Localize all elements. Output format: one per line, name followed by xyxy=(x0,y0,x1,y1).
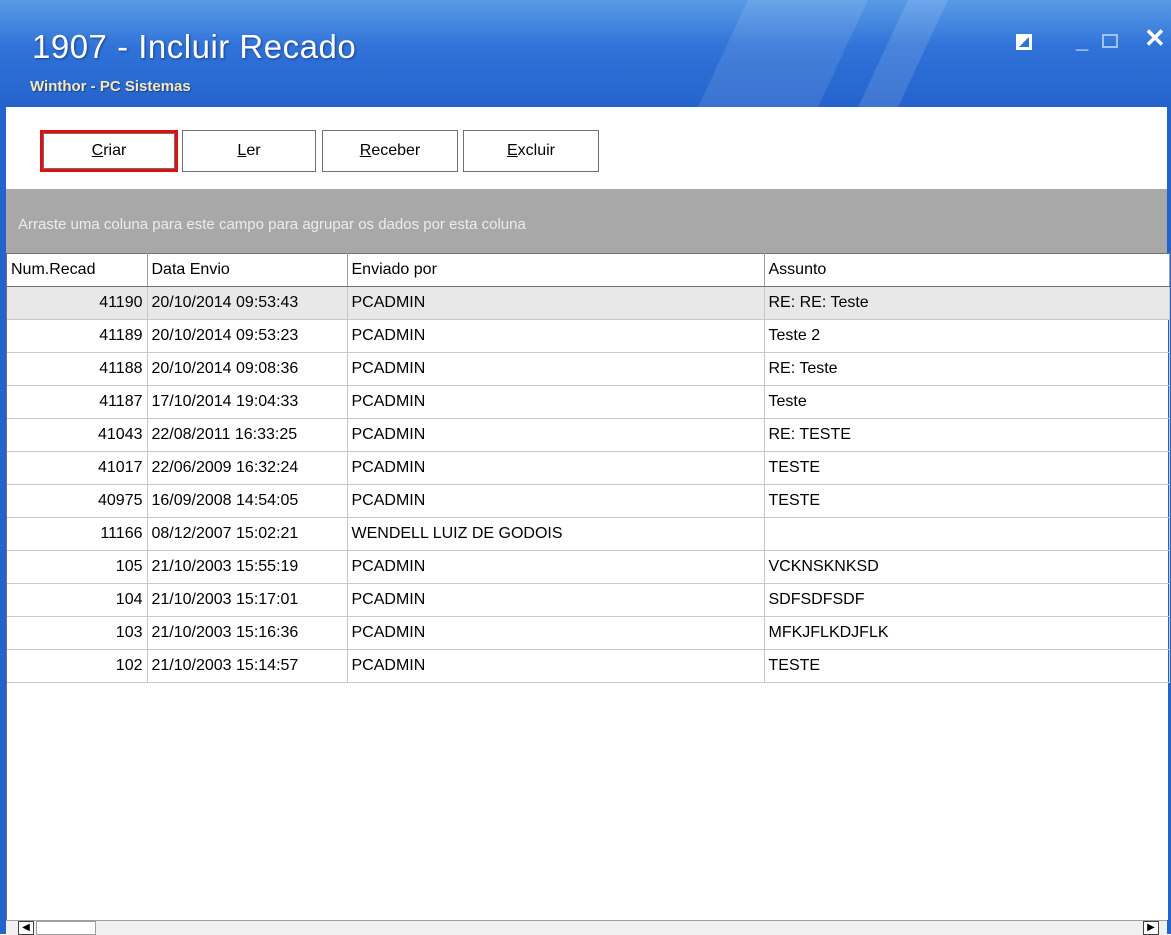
column-header-assunto[interactable]: Assunto xyxy=(764,253,1170,287)
cell-assunto[interactable]: RE: TESTE xyxy=(764,418,1170,452)
tile-icon[interactable] xyxy=(1016,34,1032,50)
excluir-button[interactable]: Excluir xyxy=(463,130,599,172)
cell-num-recad[interactable]: 103 xyxy=(7,616,148,650)
cell-data-envio[interactable]: 20/10/2014 09:08:36 xyxy=(147,352,348,386)
table-row[interactable]: 11166 08/12/2007 15:02:21 WENDELL LUIZ DE … xyxy=(7,517,1170,551)
ler-label: er xyxy=(246,142,261,159)
cell-num-recad[interactable]: 41190 xyxy=(7,286,148,320)
horizontal-scrollbar[interactable]: ◀ ▶ xyxy=(6,920,1167,935)
table-row[interactable]: 104 21/10/2003 15:17:01 PCADMIN SDFSDFSDF xyxy=(7,583,1170,617)
cell-enviado-por[interactable]: PCADMIN xyxy=(347,451,765,485)
cell-data-envio[interactable]: 22/06/2009 16:32:24 xyxy=(147,451,348,485)
table-row[interactable]: 41188 20/10/2014 09:08:36 PCADMIN RE: Teste xyxy=(7,352,1170,386)
cell-assunto[interactable]: TESTE xyxy=(764,484,1170,518)
table-row[interactable]: 41043 22/08/2011 16:33:25 PCADMIN RE: TESTE xyxy=(7,418,1170,452)
close-button[interactable]: ✕ xyxy=(1144,25,1166,51)
receber-button[interactable]: Receber xyxy=(322,130,458,172)
receber-accel: R xyxy=(359,142,372,159)
cell-num-recad[interactable]: 40975 xyxy=(7,484,148,518)
cell-assunto[interactable]: Teste xyxy=(764,385,1170,419)
cell-enviado-por[interactable]: PCADMIN xyxy=(347,550,765,584)
window-title: 1907 - Incluir Recado xyxy=(32,28,357,65)
cell-assunto[interactable]: SDFSDFSDF xyxy=(764,583,1170,617)
cell-data-envio[interactable]: 22/08/2011 16:33:25 xyxy=(147,418,348,452)
cell-enviado-por[interactable]: PCADMIN xyxy=(347,385,765,419)
cell-data-envio[interactable]: 21/10/2003 15:16:36 xyxy=(147,616,348,650)
cell-enviado-por[interactable]: PCADMIN xyxy=(347,286,765,320)
table-row[interactable]: 41190 20/10/2014 09:53:43 PCADMIN RE: RE: T… xyxy=(7,286,1170,320)
cell-assunto[interactable]: RE: Teste xyxy=(764,352,1170,386)
table-row[interactable]: 41017 22/06/2009 16:32:24 PCADMIN TESTE xyxy=(7,451,1170,485)
group-by-panel[interactable]: Arraste uma coluna para este campo para … xyxy=(6,189,1167,253)
cell-enviado-por[interactable]: PCADMIN xyxy=(347,484,765,518)
cell-data-envio[interactable]: 21/10/2003 15:55:19 xyxy=(147,550,348,584)
cell-enviado-por[interactable]: WENDELL LUIZ DE GODOIS xyxy=(347,517,765,551)
cell-data-envio[interactable]: 21/10/2003 15:14:57 xyxy=(147,649,348,683)
excluir-accel: E xyxy=(506,142,518,159)
cell-assunto[interactable]: TESTE xyxy=(764,649,1170,683)
cell-data-envio[interactable]: 21/10/2003 15:17:01 xyxy=(147,583,348,617)
scroll-left-icon[interactable]: ◀ xyxy=(18,921,34,935)
cell-enviado-por[interactable]: PCADMIN xyxy=(347,352,765,386)
cell-enviado-por[interactable]: PCADMIN xyxy=(347,319,765,353)
cell-assunto[interactable]: MFKJFLKDJFLK xyxy=(764,616,1170,650)
cell-num-recad[interactable]: 41187 xyxy=(7,385,148,419)
cell-num-recad[interactable]: 41189 xyxy=(7,319,148,353)
ler-button[interactable]: Ler xyxy=(182,130,316,172)
cell-num-recad[interactable]: 102 xyxy=(7,649,148,683)
table-row[interactable]: 40975 16/09/2008 14:54:05 PCADMIN TESTE xyxy=(7,484,1170,518)
group-by-hint: Arraste uma coluna para este campo para … xyxy=(18,216,526,233)
cell-data-envio[interactable]: 08/12/2007 15:02:21 xyxy=(147,517,348,551)
ler-accel: L xyxy=(237,142,247,159)
cell-data-envio[interactable]: 20/10/2014 09:53:23 xyxy=(147,319,348,353)
table-row[interactable]: 41187 17/10/2014 19:04:33 PCADMIN Teste xyxy=(7,385,1170,419)
header-row: Num.Recad Data Envio Enviado por Assunto xyxy=(7,253,1170,287)
cell-assunto[interactable]: VCKNSKNKSD xyxy=(764,550,1170,584)
cell-enviado-por[interactable]: PCADMIN xyxy=(347,583,765,617)
column-header-num-recad[interactable]: Num.Recad xyxy=(7,253,148,287)
column-header-data-envio[interactable]: Data Envio xyxy=(147,253,348,287)
cell-num-recad[interactable]: 105 xyxy=(7,550,148,584)
cell-num-recad[interactable]: 104 xyxy=(7,583,148,617)
cell-enviado-por[interactable]: PCADMIN xyxy=(347,616,765,650)
table-row[interactable]: 102 21/10/2003 15:14:57 PCADMIN TESTE xyxy=(7,649,1170,683)
cell-data-envio[interactable]: 20/10/2014 09:53:43 xyxy=(147,286,348,320)
table-row[interactable]: 105 21/10/2003 15:55:19 PCADMIN VCKNSKNKSD xyxy=(7,550,1170,584)
cell-enviado-por[interactable]: PCADMIN xyxy=(347,649,765,683)
messages-table: Num.Recad Data Envio Enviado por Assunto… xyxy=(7,253,1170,683)
window: 1907 - Incluir Recado Winthor - PC Siste… xyxy=(0,0,1171,935)
criar-button[interactable]: Criar xyxy=(40,130,178,172)
grid-body: 41190 20/10/2014 09:53:43 PCADMIN RE: RE: T… xyxy=(7,286,1170,683)
minimize-button[interactable]: _ xyxy=(1076,30,1088,52)
cell-data-envio[interactable]: 16/09/2008 14:54:05 xyxy=(147,484,348,518)
cell-num-recad[interactable]: 41043 xyxy=(7,418,148,452)
receber-label: eceber xyxy=(371,142,421,159)
table-row[interactable]: 41189 20/10/2014 09:53:23 PCADMIN Teste 2 xyxy=(7,319,1170,353)
table-row[interactable]: 103 21/10/2003 15:16:36 PCADMIN MFKJFLKDJFL… xyxy=(7,616,1170,650)
window-subtitle: Winthor - PC Sistemas xyxy=(30,78,191,95)
scroll-right-icon[interactable]: ▶ xyxy=(1143,921,1159,935)
scrollbar-thumb[interactable] xyxy=(36,921,96,935)
cell-assunto[interactable] xyxy=(764,517,1170,551)
messages-grid: Num.Recad Data Envio Enviado por Assunto… xyxy=(6,253,1170,920)
cell-num-recad[interactable]: 11166 xyxy=(7,517,148,551)
cell-enviado-por[interactable]: PCADMIN xyxy=(347,418,765,452)
cell-assunto[interactable]: Teste 2 xyxy=(764,319,1170,353)
cell-assunto[interactable]: RE: RE: Teste xyxy=(764,286,1170,320)
excluir-label: xcluir xyxy=(517,142,555,159)
criar-label: riar xyxy=(103,142,127,159)
cell-assunto[interactable]: TESTE xyxy=(764,451,1170,485)
title-bar-sheen xyxy=(682,0,878,107)
cell-num-recad[interactable]: 41188 xyxy=(7,352,148,386)
criar-accel: C xyxy=(91,142,104,159)
cell-data-envio[interactable]: 17/10/2014 19:04:33 xyxy=(147,385,348,419)
maximize-button[interactable] xyxy=(1102,34,1118,48)
title-bar[interactable]: 1907 - Incluir Recado Winthor - PC Siste… xyxy=(0,0,1171,107)
column-header-enviado-por[interactable]: Enviado por xyxy=(347,253,765,287)
cell-num-recad[interactable]: 41017 xyxy=(7,451,148,485)
